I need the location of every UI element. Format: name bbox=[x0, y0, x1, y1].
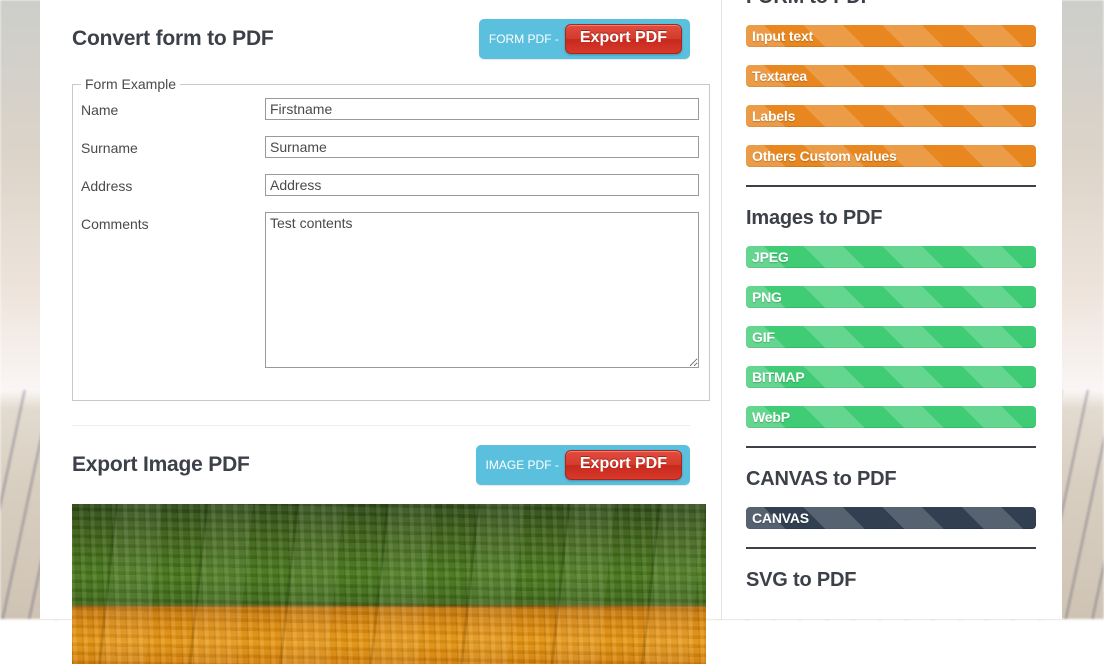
sidebar-divider bbox=[746, 446, 1036, 448]
sidebar-bar-label: GIF bbox=[746, 329, 775, 345]
sidebar-bar-webp[interactable]: WebP bbox=[746, 406, 1036, 428]
sidebar-bar-bitmap[interactable]: BITMAP bbox=[746, 366, 1036, 388]
sidebar-bar-gif[interactable]: GIF bbox=[746, 326, 1036, 348]
form-example-legend: Form Example bbox=[81, 76, 180, 92]
sidebar-bar-input-text[interactable]: Input text bbox=[746, 25, 1036, 47]
sidebar-bar-labels[interactable]: Labels bbox=[746, 105, 1036, 127]
image-export-pdf-group[interactable]: IMAGE PDF - Export PDF bbox=[476, 445, 690, 484]
sidebar-bar-others-custom-values[interactable]: Others Custom values bbox=[746, 145, 1036, 167]
wood-texture-image bbox=[72, 504, 706, 664]
form-export-pdf-group[interactable]: FORM PDF - Export PDF bbox=[479, 19, 690, 58]
sidebar-bar-textarea[interactable]: Textarea bbox=[746, 65, 1036, 87]
comments-label: Comments bbox=[79, 212, 265, 232]
form-example-fieldset: Form Example Name Surname Address Commen… bbox=[72, 76, 710, 401]
sidebar-bar-label: JPEG bbox=[746, 249, 789, 265]
page-title: Convert form to PDF bbox=[72, 27, 274, 51]
sidebar-bar-canvas[interactable]: CANVAS bbox=[746, 507, 1036, 529]
sidebar-block-canvas-to-pdf: CANVAS to PDF CANVAS bbox=[746, 468, 1036, 529]
form-row-name: Name bbox=[79, 98, 699, 120]
sidebar-title-form-to-pdf: FORM to PDF bbox=[746, 0, 1036, 9]
surname-input[interactable] bbox=[265, 136, 699, 158]
stripe-overlay-icon bbox=[746, 246, 1036, 268]
content-panel: Convert form to PDF FORM PDF - Export PD… bbox=[40, 0, 1062, 619]
sidebar-bar-label: Others Custom values bbox=[746, 148, 897, 164]
address-input[interactable] bbox=[265, 174, 699, 196]
name-label: Name bbox=[79, 98, 265, 118]
sidebar-bar-label: CANVAS bbox=[746, 510, 809, 526]
sidebar-bar-label: Labels bbox=[746, 108, 795, 124]
sidebar-divider bbox=[746, 185, 1036, 187]
stripe-overlay-icon bbox=[746, 286, 1036, 308]
sidebar-block-svg-to-pdf: SVG to PDF bbox=[746, 569, 1036, 592]
sidebar: FORM to PDF Input text Textarea Labels O… bbox=[722, 0, 1062, 619]
image-export-prefix-label: IMAGE PDF - bbox=[486, 458, 565, 472]
export-image-header: Export Image PDF IMAGE PDF - Export PDF bbox=[72, 426, 690, 488]
main-content-column: Convert form to PDF FORM PDF - Export PD… bbox=[40, 0, 722, 619]
form-row-surname: Surname bbox=[79, 136, 699, 158]
sidebar-block-images-to-pdf: Images to PDF JPEG PNG GIF BITMAP bbox=[746, 207, 1036, 428]
stripe-overlay-icon bbox=[746, 326, 1036, 348]
sidebar-bar-png[interactable]: PNG bbox=[746, 286, 1036, 308]
name-input[interactable] bbox=[265, 98, 699, 120]
sidebar-bar-label: Textarea bbox=[746, 68, 807, 84]
export-image-pdf-button[interactable]: Export PDF bbox=[565, 450, 682, 479]
sidebar-bar-jpeg[interactable]: JPEG bbox=[746, 246, 1036, 268]
surname-label: Surname bbox=[79, 136, 265, 156]
sidebar-bar-label: BITMAP bbox=[746, 369, 804, 385]
form-export-prefix-label: FORM PDF - bbox=[489, 32, 565, 46]
sidebar-title-canvas-to-pdf: CANVAS to PDF bbox=[746, 468, 1036, 491]
sidebar-bar-label: Input text bbox=[746, 28, 813, 44]
sidebar-title-images-to-pdf: Images to PDF bbox=[746, 207, 1036, 230]
convert-form-header: Convert form to PDF FORM PDF - Export PD… bbox=[72, 0, 690, 62]
form-row-address: Address bbox=[79, 174, 699, 196]
sidebar-title-svg-to-pdf: SVG to PDF bbox=[746, 569, 1036, 592]
sidebar-bar-label: PNG bbox=[746, 289, 782, 305]
comments-textarea[interactable]: Test contents bbox=[265, 212, 699, 368]
sidebar-divider bbox=[746, 547, 1036, 549]
sidebar-block-form-to-pdf: FORM to PDF Input text Textarea Labels O… bbox=[746, 0, 1036, 167]
form-row-comments: Comments Test contents bbox=[79, 212, 699, 368]
address-label: Address bbox=[79, 174, 265, 194]
sidebar-bar-label: WebP bbox=[746, 409, 790, 425]
image-section-title: Export Image PDF bbox=[72, 453, 250, 477]
export-form-pdf-button[interactable]: Export PDF bbox=[565, 24, 682, 53]
